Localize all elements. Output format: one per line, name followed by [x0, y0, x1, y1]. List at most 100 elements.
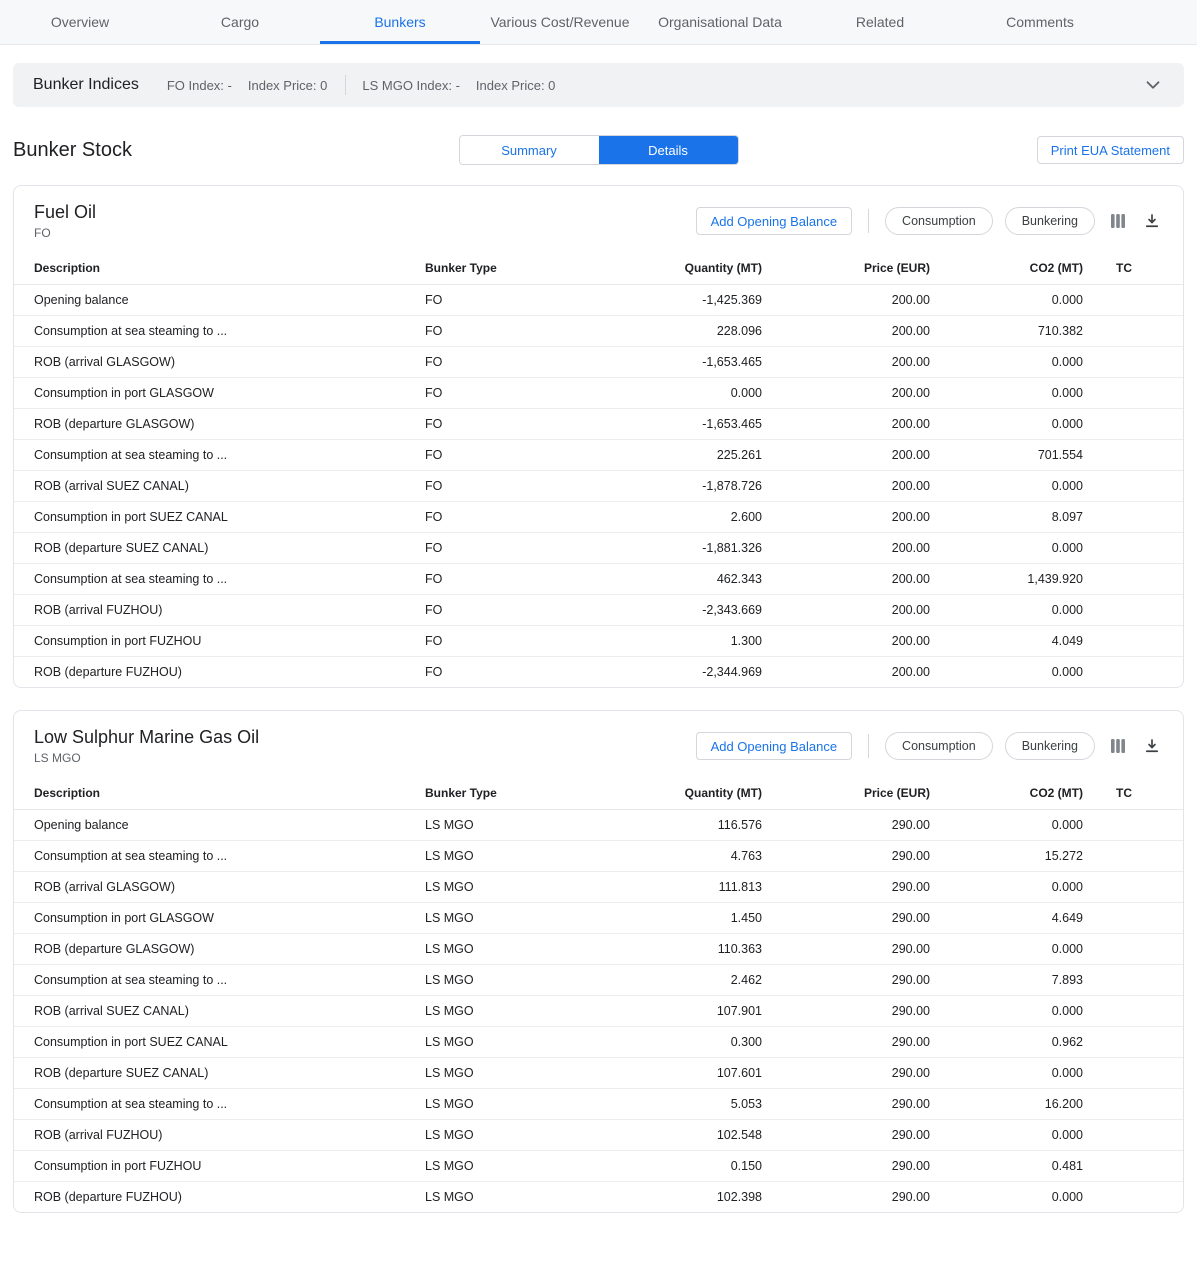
table-cell: 0.000: [930, 934, 1083, 965]
table-cell: [1083, 1089, 1183, 1120]
table-cell: [1083, 996, 1183, 1027]
page: Overview Cargo Bunkers Various Cost/Reve…: [0, 0, 1197, 1275]
table-cell: LS MGO: [425, 996, 575, 1027]
tab-comments[interactable]: Comments: [960, 0, 1120, 44]
header-bunker-type: Bunker Type: [425, 777, 575, 810]
table-cell: 107.601: [575, 1058, 762, 1089]
table-cell: 0.150: [575, 1151, 762, 1182]
bunker-indices-bar[interactable]: Bunker Indices FO Index: - Index Price: …: [13, 63, 1184, 107]
table-cell: 290.00: [762, 965, 930, 996]
table-cell: 290.00: [762, 841, 930, 872]
table-cell: [1083, 657, 1183, 688]
table-cell: 0.000: [930, 657, 1083, 688]
table-cell: ROB (departure FUZHOU): [14, 1182, 425, 1213]
add-opening-balance-button[interactable]: Add Opening Balance: [696, 207, 852, 235]
table-cell: 15.272: [930, 841, 1083, 872]
tab-related[interactable]: Related: [800, 0, 960, 44]
table-cell: FO: [425, 657, 575, 688]
fo-index-price-label: Index Price: 0: [248, 78, 328, 93]
table-cell: LS MGO: [425, 1058, 575, 1089]
tab-various-cost-revenue[interactable]: Various Cost/Revenue: [480, 0, 640, 44]
table-cell: FO: [425, 471, 575, 502]
table-row: Consumption in port GLASGOWFO0.000200.00…: [14, 378, 1183, 409]
table-row: Consumption in port FUZHOUFO1.300200.004…: [14, 626, 1183, 657]
download-icon[interactable]: [1141, 210, 1163, 232]
print-eua-statement-button[interactable]: Print EUA Statement: [1037, 136, 1184, 164]
table-cell: [1083, 626, 1183, 657]
consumption-button[interactable]: Consumption: [885, 732, 993, 760]
header-tc: TC: [1083, 252, 1183, 285]
fuel-oil-table: Description Bunker Type Quantity (MT) Pr…: [14, 252, 1183, 687]
table-cell: LS MGO: [425, 934, 575, 965]
table-cell: [1083, 1151, 1183, 1182]
table-row: Consumption at sea steaming to ...LS MGO…: [14, 841, 1183, 872]
header-quantity: Quantity (MT): [575, 777, 762, 810]
tab-cargo[interactable]: Cargo: [160, 0, 320, 44]
table-cell: ROB (departure SUEZ CANAL): [14, 1058, 425, 1089]
table-cell: LS MGO: [425, 1151, 575, 1182]
table-cell: Consumption at sea steaming to ...: [14, 1089, 425, 1120]
table-cell: 0.000: [930, 1182, 1083, 1213]
table-cell: 0.000: [930, 996, 1083, 1027]
table-cell: ROB (arrival SUEZ CANAL): [14, 471, 425, 502]
table-cell: FO: [425, 595, 575, 626]
table-cell: [1083, 934, 1183, 965]
table-cell: FO: [425, 378, 575, 409]
header-quantity: Quantity (MT): [575, 252, 762, 285]
table-cell: [1083, 285, 1183, 316]
table-row: Consumption in port FUZHOULS MGO0.150290…: [14, 1151, 1183, 1182]
table-cell: LS MGO: [425, 903, 575, 934]
bunkering-button[interactable]: Bunkering: [1005, 207, 1095, 235]
download-icon[interactable]: [1141, 735, 1163, 757]
table-cell: 290.00: [762, 1151, 930, 1182]
table-cell: [1083, 471, 1183, 502]
columns-icon[interactable]: [1107, 735, 1129, 757]
details-toggle-button[interactable]: Details: [599, 136, 738, 164]
table-row: Consumption at sea steaming to ...LS MGO…: [14, 965, 1183, 996]
table-header-row: Description Bunker Type Quantity (MT) Pr…: [14, 777, 1183, 810]
card-title: Low Sulphur Marine Gas Oil: [34, 727, 259, 748]
table-cell: -2,344.969: [575, 657, 762, 688]
table-cell: FO: [425, 285, 575, 316]
table-cell: 200.00: [762, 347, 930, 378]
table-row: ROB (departure FUZHOU)FO-2,344.969200.00…: [14, 657, 1183, 688]
table-row: Opening balanceFO-1,425.369200.000.000: [14, 285, 1183, 316]
table-cell: 2.600: [575, 502, 762, 533]
fuel-oil-card-header: Fuel Oil FO Add Opening Balance Consumpt…: [14, 186, 1183, 252]
chevron-down-icon[interactable]: [1142, 74, 1164, 96]
bunkering-button[interactable]: Bunkering: [1005, 732, 1095, 760]
table-cell: 0.300: [575, 1027, 762, 1058]
summary-toggle-button[interactable]: Summary: [460, 136, 599, 164]
table-cell: Consumption at sea steaming to ...: [14, 564, 425, 595]
table-cell: 200.00: [762, 378, 930, 409]
table-cell: 200.00: [762, 595, 930, 626]
bunker-indices-title: Bunker Indices: [33, 76, 139, 94]
table-cell: 200.00: [762, 471, 930, 502]
table-cell: 290.00: [762, 996, 930, 1027]
tab-bunkers[interactable]: Bunkers: [320, 0, 480, 44]
table-cell: 0.000: [575, 378, 762, 409]
table-cell: 200.00: [762, 440, 930, 471]
actions-divider: [868, 734, 869, 758]
table-cell: 0.481: [930, 1151, 1083, 1182]
table-cell: 701.554: [930, 440, 1083, 471]
consumption-button[interactable]: Consumption: [885, 207, 993, 235]
table-row: ROB (arrival GLASGOW)FO-1,653.465200.000…: [14, 347, 1183, 378]
table-cell: 4.649: [930, 903, 1083, 934]
table-cell: [1083, 347, 1183, 378]
table-cell: Consumption in port GLASGOW: [14, 903, 425, 934]
columns-icon[interactable]: [1107, 210, 1129, 232]
table-cell: 16.200: [930, 1089, 1083, 1120]
table-cell: LS MGO: [425, 810, 575, 841]
tab-overview[interactable]: Overview: [0, 0, 160, 44]
tab-organisational-data[interactable]: Organisational Data: [640, 0, 800, 44]
table-cell: ROB (departure SUEZ CANAL): [14, 533, 425, 564]
header-co2: CO2 (MT): [930, 252, 1083, 285]
table-row: ROB (arrival FUZHOU)LS MGO102.548290.000…: [14, 1120, 1183, 1151]
add-opening-balance-button[interactable]: Add Opening Balance: [696, 732, 852, 760]
table-cell: 200.00: [762, 657, 930, 688]
table-cell: 5.053: [575, 1089, 762, 1120]
table-cell: 102.398: [575, 1182, 762, 1213]
table-cell: 290.00: [762, 934, 930, 965]
table-row: ROB (departure SUEZ CANAL)LS MGO107.6012…: [14, 1058, 1183, 1089]
